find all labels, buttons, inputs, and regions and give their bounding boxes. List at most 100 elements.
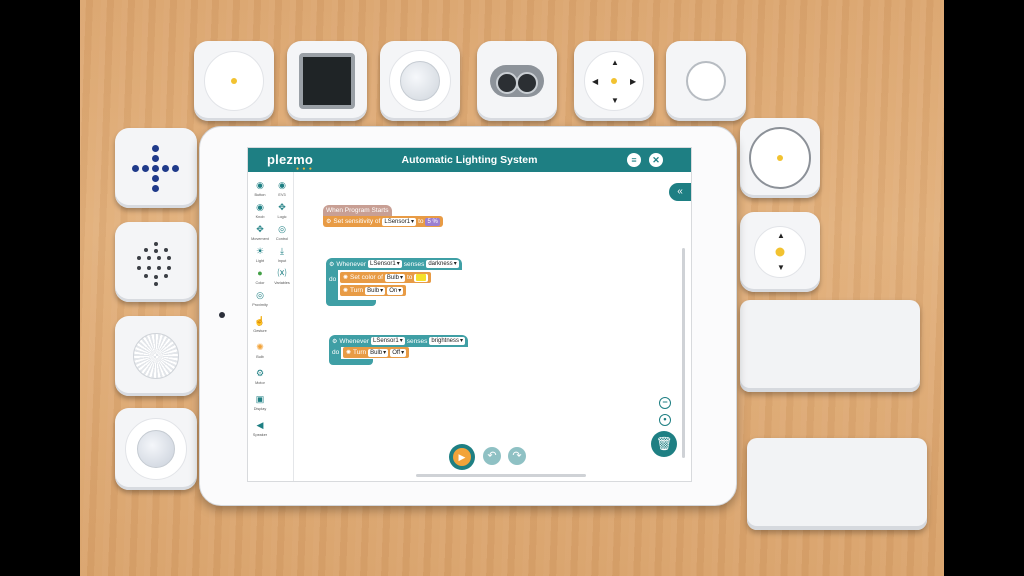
palette-item-gesture[interactable]: ☝ Gesture [249,314,271,333]
motion-module: ▲ ▼ ◀ ▶ [574,41,654,121]
knob-module [115,316,197,396]
palette-item-input[interactable]: ⤓ Input [271,244,293,263]
redo-icon[interactable]: ↷ [508,447,526,465]
horizontal-scrollbar[interactable] [416,474,586,477]
do-footer [326,300,376,306]
palette-item-logic[interactable]: ✥ Logic [271,200,293,219]
menu-icon[interactable]: ≡ [627,153,641,167]
speaker-module [115,222,197,302]
sensor-dropdown[interactable]: LSensor1 ▾ [382,217,417,226]
palette-item-ev3[interactable]: ◉ EV3 [271,178,293,197]
dropdown-value: LSensor1 [384,218,411,225]
block-palette: ◉ Button ◉ EV3 ◉ Knob ✥ Logic ✥ Movement ◎ Control ☀… [248,172,294,481]
color-swatch [416,274,427,281]
condition-dropdown[interactable]: darkness ▾ [426,260,459,268]
block-text: senses [403,260,425,268]
dropdown-value: darkness [428,261,453,267]
turn-off-block[interactable]: ✺ Turn Bulb ▾ Off ▾ [343,347,410,358]
display-module [287,41,367,121]
whenever-darkness-block[interactable]: ⚙ Whenever LSensor1 ▾ senses darkness ▾ [326,258,462,270]
sensitivity-input[interactable]: 5 % [425,217,440,226]
undo-icon[interactable]: ↶ [483,447,501,465]
palette-item-movement[interactable]: ✥ Movement [249,222,271,241]
bulb-dropdown[interactable]: Bulb ▾ [365,286,386,295]
palette-item-variables[interactable]: ⒳ Variables [271,266,293,285]
app-title: Automatic Lighting System [401,154,538,166]
knob-icon: ◉ [256,202,264,212]
do-label: do [326,276,339,283]
number-unit: % [432,218,438,225]
dropdown-value: Bulb [370,349,383,356]
light-ring-module [194,41,274,121]
palette-item-knob[interactable]: ◉ Knob [249,200,271,219]
zoom-out-icon[interactable]: − [659,397,671,409]
gear-icon: ⚙ [326,219,332,225]
palette-item-display[interactable]: ▣ Display [249,392,271,411]
palette-item-label: Movement [251,237,269,241]
palette-item-color[interactable]: ● Color [249,266,271,285]
condition-dropdown[interactable]: brightness ▾ [429,337,466,345]
movement-icon: ✥ [256,224,264,234]
variables-icon: ⒳ [277,268,287,278]
workspace: When Program Starts ⚙ Set sensitivity of… [295,172,691,481]
dropdown-value: LSensor1 [373,338,399,344]
palette-item-motor[interactable]: ⚙ Motor [249,366,271,385]
block-text: Turn [350,287,364,294]
do-label: do [329,349,342,356]
motor-module-top [740,300,920,392]
close-icon[interactable]: ✕ [649,153,663,167]
state-dropdown[interactable]: Off ▾ [390,348,407,357]
block-text: do [332,349,340,356]
rotary-button-module [740,118,820,198]
when-program-starts-block[interactable]: When Program Starts [323,205,392,216]
gear-icon: ⚙ [332,338,338,345]
button-icon: ◉ [256,180,264,190]
palette-item-label: Proximity [252,303,268,307]
palette-item-label: Logic [277,215,287,219]
control-icon: ◎ [278,224,286,234]
palette-item-label: Motor [255,381,265,385]
block-text: Whenever [339,337,370,345]
app-header: plezmo ● ● ● Automatic Lighting System ≡… [248,148,691,172]
palette-item-light[interactable]: ☀ Light [249,244,271,263]
cross-button-module [115,128,197,208]
set-color-block[interactable]: ✺ Set color of Bulb ▾ to [340,272,432,283]
dropdown-value: Off [392,349,401,356]
dropdown-value: On [389,287,398,294]
do-body [326,270,338,302]
palette-item-label: Knob [255,215,265,219]
dropdown-value: brightness [431,338,460,344]
input-icon: ⤓ [280,246,284,256]
state-dropdown[interactable]: On ▾ [387,286,404,295]
sensor-dropdown[interactable]: LSensor1 ▾ [371,337,405,345]
palette-item-bulb[interactable]: ✺ Bulb [249,340,271,359]
do-footer [329,359,373,365]
bulb-dropdown[interactable]: Bulb ▾ [368,348,389,357]
dropdown-value: LSensor1 [370,261,396,267]
block-text: senses [406,337,428,345]
block-text: do [329,276,337,283]
palette-item-label: EV3 [278,193,286,197]
proximity-module [380,41,460,121]
trash-icon[interactable]: 🗑 [651,431,677,457]
block-text: Whenever [336,260,367,268]
bulb-dropdown[interactable]: Bulb ▾ [384,273,405,282]
dropdown-value: Bulb [386,274,399,281]
palette-item-label: Button [254,193,266,197]
block-text: to [406,274,413,281]
palette-item-proximity[interactable]: ◎ Proximity [249,288,271,307]
palette-item-speaker[interactable]: ◀ Speaker [249,418,271,437]
whenever-brightness-block[interactable]: ⚙ Whenever LSensor1 ▾ senses brightness ▾ [329,335,469,347]
sensor-dropdown[interactable]: LSensor1 ▾ [368,260,402,268]
zoom-in-icon[interactable]: • [659,414,671,426]
turn-on-block[interactable]: ✺ Turn Bulb ▾ On ▾ [340,285,407,296]
palette-item-label: Color [255,281,265,285]
palette-item-button[interactable]: ◉ Button [249,178,271,197]
palette-item-control[interactable]: ◎ Control [271,222,293,241]
color-picker[interactable] [414,273,429,282]
block-text: When Program Starts [326,207,389,214]
set-sensitivity-block[interactable]: ⚙ Set sensitivity of LSensor1 ▾ to 5 % [323,216,443,227]
play-button[interactable]: ▶ [449,444,475,470]
palette-item-label: Speaker [252,433,268,437]
vertical-scrollbar[interactable] [682,248,685,458]
